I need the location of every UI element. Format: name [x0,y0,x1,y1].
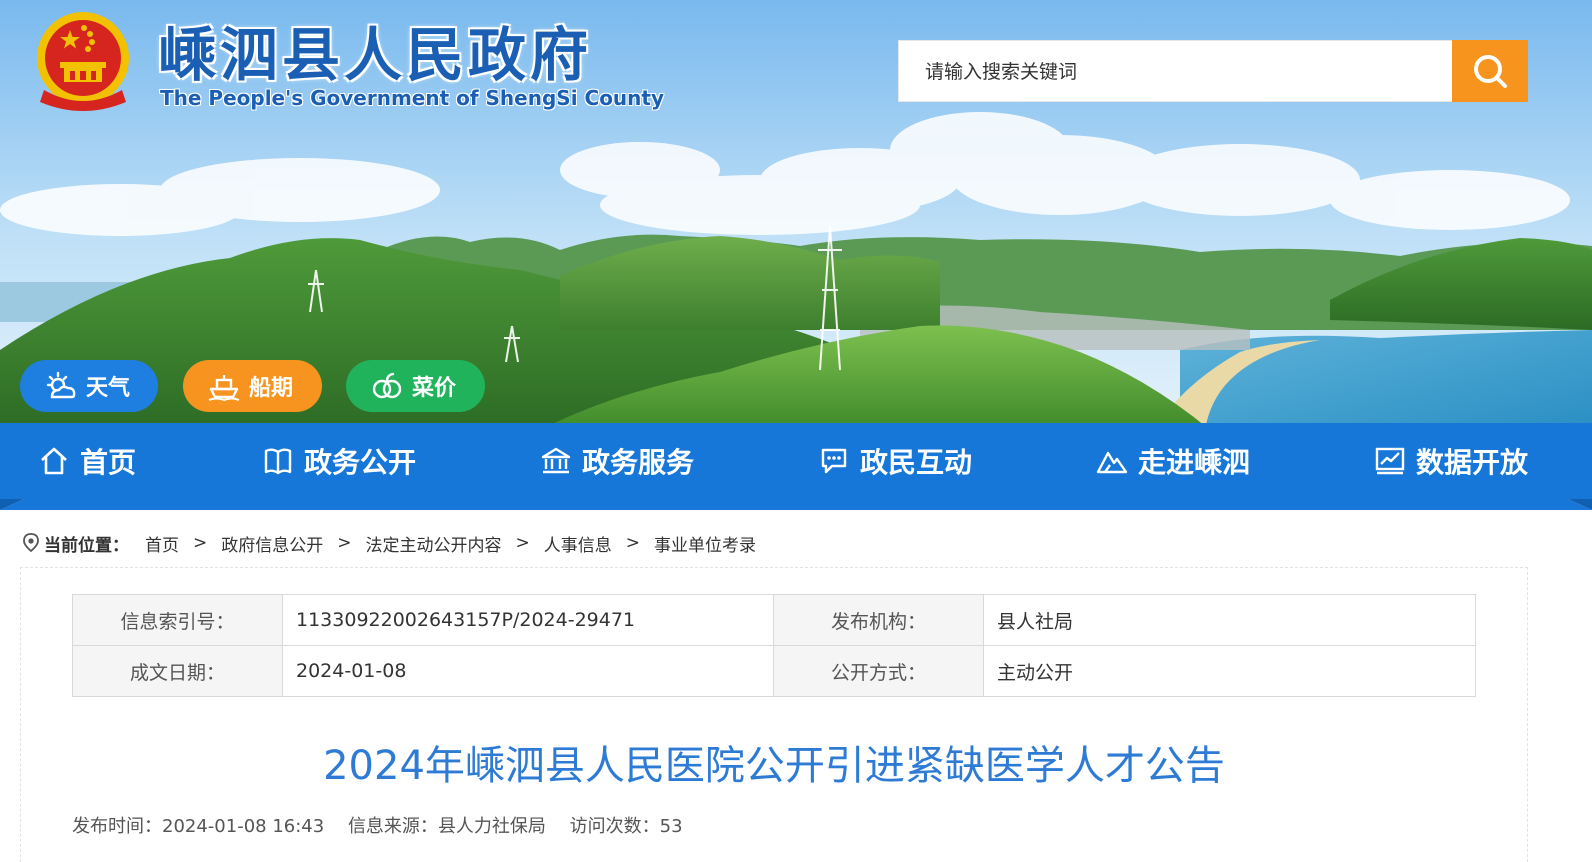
breadcrumb-separator: > [515,533,530,553]
breadcrumb-separator: > [625,533,640,553]
nav-background [0,423,1592,510]
weather-button[interactable]: 天气 [20,360,158,412]
search-input[interactable]: 请输入搜索关键词 [898,40,1454,102]
visit-count-label: 访问次数： [569,816,660,837]
breadcrumb-separator: > [193,533,208,553]
chat-icon [821,448,847,474]
nav-item-home[interactable]: 首页 [38,423,136,499]
national-emblem-icon [37,12,129,111]
main-nav: 首页 政务公开 政务服务 政民互动 走进嵊泗 数据开放 [0,423,1592,510]
document-meta-table: 信息索引号： 11330922002643157P/2024-29471 发布机… [72,594,1476,697]
vegetable-price-button[interactable]: 菜价 [346,360,485,412]
breadcrumb-separator: > [337,533,352,553]
breadcrumb-link[interactable]: 法定主动公开内容 [366,531,502,556]
article-title: 2024年嵊泗县人民医院公开引进紧缺医学人才公告 [323,743,1225,789]
nav-item-gov-services[interactable]: 政务服务 [540,423,694,499]
site-title: 嵊泗县人民政府 [158,21,593,89]
nav-item-label: 数据开放 [1416,446,1529,479]
breadcrumb-link[interactable]: 首页 [145,531,179,556]
nav-item-gov-affairs[interactable]: 政务公开 [262,423,416,499]
breadcrumb-label: 当前位置： [44,535,129,556]
nav-item-interaction[interactable]: 政民互动 [818,423,972,499]
header-banner: 嵊泗县人民政府 The People's Government of Sheng… [0,0,1592,430]
vegetable-icon [372,372,402,399]
nav-item-label: 走进嵊泗 [1138,446,1251,479]
index-number-label: 信息索引号： [73,595,283,645]
visit-count-value: 53 [659,816,683,837]
nav-item-label: 政务服务 [582,446,695,479]
ship-icon [208,375,240,401]
table-row: 信息索引号： 11330922002643157P/2024-29471 发布机… [73,595,1475,646]
bank-icon [541,447,571,474]
nav-item-label: 政务公开 [304,446,417,479]
publish-time-value: 2024-01-08 16:43 [162,816,325,837]
ship-schedule-button[interactable]: 船期 [183,360,322,412]
publishing-org-label: 发布机构： [774,595,984,645]
breadcrumb-link[interactable]: 政府信息公开 [221,531,323,556]
vegetable-price-label: 菜价 [412,376,457,401]
nav-item-about-shengsi[interactable]: 走进嵊泗 [1096,423,1250,499]
mountain-icon [1096,451,1128,474]
disclosure-mode-label: 公开方式： [774,646,984,696]
nav-item-label: 首页 [80,446,137,479]
visit-count: 访问次数：53 [570,816,683,837]
weather-icon [46,371,76,399]
site-title-english: The People's Government of ShengSi Count… [160,86,665,110]
location-pin-icon [23,533,39,553]
search-icon [1474,55,1507,88]
document-date-label: 成文日期： [73,646,283,696]
index-number-value: 11330922002643157P/2024-29471 [283,595,774,645]
breadcrumb-link[interactable]: 事业单位考录 [654,531,756,556]
nav-item-open-data[interactable]: 数据开放 [1374,423,1528,499]
publishing-org-value: 县人社局 [997,610,1074,633]
ship-schedule-label: 船期 [249,376,294,401]
document-date-value: 2024-01-08 [283,646,774,696]
nav-item-label: 政民互动 [860,446,973,479]
article-publish-info: 发布时间：2024-01-08 16:43 信息来源：县人力社保局 访问次数：5… [72,812,701,838]
info-source-value: 县人力社保局 [437,816,546,837]
weather-label: 天气 [86,376,131,401]
search-button[interactable] [1452,40,1528,102]
info-source: 信息来源：县人力社保局 [348,816,546,837]
breadcrumb-link[interactable]: 人事信息 [544,531,612,556]
publish-time: 发布时间：2024-01-08 16:43 [72,816,324,837]
publish-time-label: 发布时间： [72,816,162,837]
book-icon [264,448,292,475]
disclosure-mode-value: 主动公开 [997,661,1074,684]
table-row: 成文日期： 2024-01-08 公开方式： 主动公开 [73,646,1475,696]
breadcrumb: 当前位置： 首页 > 政府信息公开 > 法定主动公开内容 > 人事信息 > 事业… [22,530,756,556]
info-source-label: 信息来源： [347,816,438,837]
chart-icon [1375,447,1405,475]
home-icon [41,447,67,475]
